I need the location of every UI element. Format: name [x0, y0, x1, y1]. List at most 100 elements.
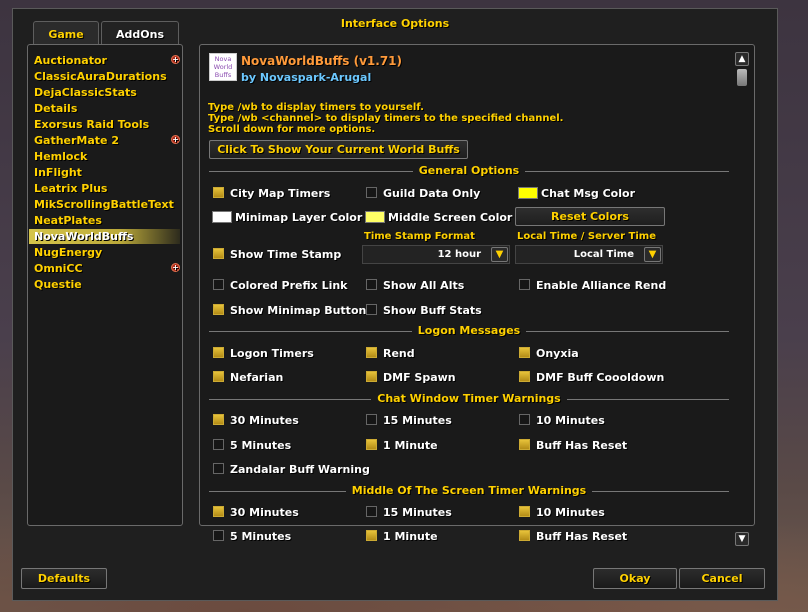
middle-10-minutes-label: 10 Minutes [536, 506, 605, 519]
options-scrollbar[interactable]: ▲ ▼ [735, 52, 750, 546]
scrollbar-thumb[interactable] [737, 69, 747, 86]
defaults-button[interactable]: Defaults [21, 568, 107, 589]
section-middle-screen-warnings: Middle Of The Screen Timer Warnings [209, 484, 729, 498]
show-all-alts-checkbox[interactable] [366, 279, 377, 290]
addon-label: Exorsus Raid Tools [34, 118, 150, 131]
chat-buff-reset-checkbox[interactable] [519, 439, 530, 450]
plus-icon[interactable]: + [171, 55, 180, 64]
logon-timers-checkbox[interactable] [213, 347, 224, 358]
chat-30-minutes-label: 30 Minutes [230, 414, 299, 427]
help-line: Type /wb to display timers to yourself. [208, 102, 424, 113]
minimap-layer-color-swatch[interactable] [212, 211, 232, 223]
addon-label: MikScrollingBattleText [34, 198, 174, 211]
section-label: Chat Window Timer Warnings [209, 392, 729, 406]
addon-label: DejaClassicStats [34, 86, 137, 99]
addon-author: by Novaspark-Arugal [241, 71, 372, 84]
tab-addons[interactable]: AddOns [101, 21, 179, 45]
middle-15-minutes-label: 15 Minutes [383, 506, 452, 519]
addon-item-classicauradurations[interactable]: ClassicAuraDurations [34, 69, 176, 84]
cancel-button[interactable]: Cancel [679, 568, 765, 589]
middle-30-minutes-label: 30 Minutes [230, 506, 299, 519]
middle-15-minutes-checkbox[interactable] [366, 506, 377, 517]
section-label: Middle Of The Screen Timer Warnings [209, 484, 729, 498]
arrow-up-icon[interactable]: ▲ [735, 52, 749, 66]
nefarian-checkbox[interactable] [213, 371, 224, 382]
addon-label: InFlight [34, 166, 82, 179]
addon-label: GatherMate 2 [34, 134, 119, 147]
okay-button[interactable]: Okay [593, 568, 677, 589]
addon-label: NeatPlates [34, 214, 102, 227]
time-stamp-format-label: Time Stamp Format [364, 231, 475, 242]
dmf-buff-cooldown-checkbox[interactable] [519, 371, 530, 382]
rend-checkbox[interactable] [366, 347, 377, 358]
tab-game[interactable]: Game [33, 21, 99, 45]
local-server-time-dropdown[interactable]: Local Time ▼ [515, 245, 663, 264]
dmf-buff-cooldown-label: DMF Buff Coooldown [536, 371, 665, 384]
show-world-buffs-button[interactable]: Click To Show Your Current World Buffs [209, 140, 468, 159]
chat-15-minutes-label: 15 Minutes [383, 414, 452, 427]
chat-5-minutes-checkbox[interactable] [213, 439, 224, 450]
chat-5-minutes-label: 5 Minutes [230, 439, 292, 452]
middle-30-minutes-checkbox[interactable] [213, 506, 224, 517]
addon-item-details[interactable]: Details [34, 101, 176, 116]
guild-data-only-checkbox[interactable] [366, 187, 377, 198]
addon-item-inflight[interactable]: InFlight [34, 165, 176, 180]
help-line: Scroll down for more options. [208, 124, 376, 135]
dmf-spawn-checkbox[interactable] [366, 371, 377, 382]
help-line: Type /wb <channel> to display timers to … [208, 113, 564, 124]
chat-10-minutes-checkbox[interactable] [519, 414, 530, 425]
dmf-spawn-label: DMF Spawn [383, 371, 456, 384]
zandalar-buff-warning-checkbox[interactable] [213, 463, 224, 474]
plus-icon[interactable]: + [171, 135, 180, 144]
dropdown-value: 12 hour [437, 249, 481, 260]
middle-10-minutes-checkbox[interactable] [519, 506, 530, 517]
chat-buff-reset-label: Buff Has Reset [536, 439, 628, 452]
addon-item-novaworldbuffs[interactable]: NovaWorldBuffs [29, 229, 180, 244]
time-stamp-format-dropdown[interactable]: 12 hour ▼ [362, 245, 510, 264]
minimap-layer-color-label: Minimap Layer Color [235, 211, 363, 224]
chat-msg-color-swatch[interactable] [518, 187, 538, 199]
section-label: General Options [209, 164, 729, 178]
middle-buff-reset-label: Buff Has Reset [536, 530, 628, 543]
middle-screen-color-swatch[interactable] [365, 211, 385, 223]
arrow-down-icon[interactable]: ▼ [735, 532, 749, 546]
onyxia-checkbox[interactable] [519, 347, 530, 358]
addon-item-exorsus-raid-tools[interactable]: Exorsus Raid Tools [34, 117, 176, 132]
colored-prefix-link-checkbox[interactable] [213, 279, 224, 290]
addon-item-leatrix-plus[interactable]: Leatrix Plus [34, 181, 176, 196]
chat-15-minutes-checkbox[interactable] [366, 414, 377, 425]
novaworldbuffs-logo: Nova World Buffs [209, 53, 237, 81]
nefarian-label: Nefarian [230, 371, 284, 384]
plus-icon[interactable]: + [171, 263, 180, 272]
addon-item-gathermate-2[interactable]: GatherMate 2 + [34, 133, 180, 148]
addon-label: ClassicAuraDurations [34, 70, 167, 83]
show-time-stamp-label: Show Time Stamp [230, 248, 342, 261]
chevron-down-icon[interactable]: ▼ [491, 247, 508, 262]
middle-5-minutes-checkbox[interactable] [213, 530, 224, 541]
addon-item-omnicc[interactable]: OmniCC + [34, 261, 180, 276]
show-minimap-button-label: Show Minimap Button [230, 304, 367, 317]
city-map-timers-label: City Map Timers [230, 187, 331, 200]
chevron-down-icon[interactable]: ▼ [644, 247, 661, 262]
show-time-stamp-checkbox[interactable] [213, 248, 224, 259]
addon-item-nugenergy[interactable]: NugEnergy [34, 245, 176, 260]
enable-alliance-rend-checkbox[interactable] [519, 279, 530, 290]
addon-item-questie[interactable]: Questie [34, 277, 176, 292]
addon-item-auctionator[interactable]: Auctionator + [34, 53, 180, 68]
addon-item-neatplates[interactable]: NeatPlates [34, 213, 176, 228]
addon-list: Auctionator + ClassicAuraDurations DejaCl… [27, 44, 183, 526]
middle-buff-reset-checkbox[interactable] [519, 530, 530, 541]
city-map-timers-checkbox[interactable] [213, 187, 224, 198]
show-minimap-button-checkbox[interactable] [213, 304, 224, 315]
show-buff-stats-checkbox[interactable] [366, 304, 377, 315]
logo-text: Nova [214, 55, 232, 63]
chat-1-minute-checkbox[interactable] [366, 439, 377, 450]
guild-data-only-label: Guild Data Only [383, 187, 481, 200]
reset-colors-button[interactable]: Reset Colors [515, 207, 665, 226]
addon-item-dejaclassicstats[interactable]: DejaClassicStats [34, 85, 176, 100]
middle-1-minute-checkbox[interactable] [366, 530, 377, 541]
chat-30-minutes-checkbox[interactable] [213, 414, 224, 425]
addon-label: Auctionator [34, 54, 107, 67]
addon-item-mikscrollingbattletext[interactable]: MikScrollingBattleText [34, 197, 176, 212]
addon-item-hemlock[interactable]: Hemlock [34, 149, 176, 164]
